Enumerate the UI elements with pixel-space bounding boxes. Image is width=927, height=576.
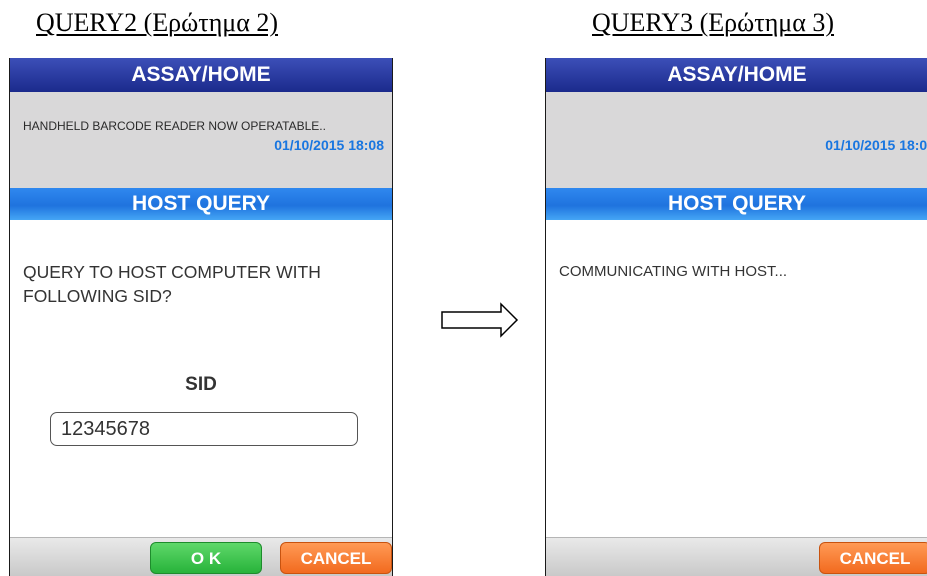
datetime-display: 01/10/2015 18:07 xyxy=(825,137,927,153)
footer-bar: CANCEL xyxy=(546,537,927,576)
host-query-title-bar: HOST QUERY xyxy=(10,188,392,220)
assay-home-title-bar[interactable]: ASSAY/HOME xyxy=(546,58,927,92)
sid-input[interactable]: 12345678 xyxy=(50,412,358,446)
right-arrow-icon xyxy=(441,302,519,338)
footer-bar: O K CANCEL xyxy=(10,537,392,576)
query3-caption: QUERY3 (Ερώτημα 3) xyxy=(592,8,835,37)
communicating-status-text: COMMUNICATING WITH HOST... xyxy=(559,263,788,280)
query2-caption: QUERY2 (Ερώτημα 2) xyxy=(36,8,279,37)
host-query-title-bar: HOST QUERY xyxy=(546,188,927,220)
cancel-button[interactable]: CANCEL xyxy=(280,542,392,574)
ok-button[interactable]: O K xyxy=(150,542,262,574)
cancel-button[interactable]: CANCEL xyxy=(819,542,927,574)
query-prompt-text: QUERY TO HOST COMPUTER WITH FOLLOWING SI… xyxy=(23,262,321,306)
datetime-display: 01/10/2015 18:08 xyxy=(274,137,384,153)
query3-screen: ASSAY/HOME 01/10/2015 18:07 HOST QUERY C… xyxy=(545,58,927,576)
sid-label: SID xyxy=(185,374,217,395)
status-message: HANDHELD BARCODE READER NOW OPERATABLE.. xyxy=(23,119,326,133)
query2-screen: ASSAY/HOME HANDHELD BARCODE READER NOW O… xyxy=(9,58,393,576)
assay-home-title-bar[interactable]: ASSAY/HOME xyxy=(10,58,392,92)
